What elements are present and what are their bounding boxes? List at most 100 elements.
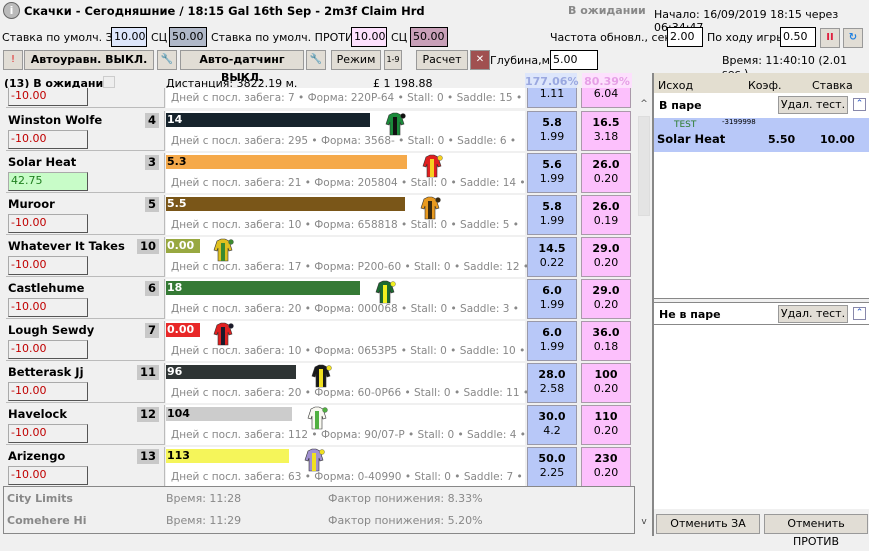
runner-row: Arizengo 13 -10.00 113 Дней с посл. забе… [0,447,637,486]
lay-sc-input[interactable]: 50.00 [410,27,448,47]
runner-pl-field[interactable]: -10.00 [8,382,88,401]
lay-odds-button[interactable]: 26.0 0.20 [581,153,631,193]
cancel-back-button[interactable]: Отменить ЗА [656,514,760,534]
range-icon[interactable]: 1-9 [384,50,402,70]
back-volume: 4.2 [543,424,561,437]
runner-form: Дней с посл. забега: 112 • Форма: 90/07-… [171,429,526,441]
lay-volume: 0.18 [593,340,619,353]
back-odds-button[interactable]: 28.0 2.58 [527,363,577,403]
collapse-icon[interactable]: ⌃ [853,307,866,320]
depth-input[interactable]: 5.00 [550,50,598,70]
back-odds-button[interactable]: 14.5 0.22 [527,237,577,277]
runner-pl-field[interactable]: -10.00 [8,88,88,106]
weight-bar: 0.00 [166,323,200,337]
back-price: 14.5 [538,242,566,255]
runner-panel: Castlehume 6 -10.00 [6,279,165,319]
collapse-icon[interactable]: ⌃ [853,98,866,111]
lay-odds-button[interactable]: 29.0 0.20 [581,279,631,319]
runner-pl-field[interactable]: -10.00 [8,424,88,443]
runner-panel: Betterask Jj 11 -10.00 [6,363,165,403]
runner-row: Castlehume 6 -10.00 18 Дней с посл. забе… [0,279,637,319]
runner-panel: Winston Wolfe 4 -10.00 [6,111,165,151]
alert-icon[interactable]: ! [3,50,23,70]
lay-price: 29.0 [592,242,620,255]
runner-number: 3 [144,155,159,170]
back-sc-input[interactable]: 50.00 [169,27,207,47]
runner-row: Solar Heat 3 42.75 5.3 Дней с посл. забе… [0,153,637,193]
back-odds-button[interactable]: 6.0 1.99 [527,321,577,361]
refresh-input[interactable]: 2.00 [667,27,703,47]
window-title: Скачки - Сегодняшние / 18:15 Gal 16th Se… [24,4,425,18]
lay-price: 230 [594,452,618,465]
inplay-checkbox[interactable] [103,76,115,88]
scroll-thumb[interactable] [638,116,650,216]
remove-test-button[interactable]: Удал. тест. [778,305,848,323]
back-stake-input[interactable]: 10.00 [111,27,147,47]
runner-row: -10.00 Дней с посл. забега: 7 • Форма: 2… [0,88,637,108]
scroll-down-icon[interactable]: v [637,517,651,533]
wrench-icon[interactable]: 🔧 [157,50,177,70]
lay-odds-button[interactable]: 110 0.20 [581,405,631,445]
back-odds-button[interactable]: 30.0 4.2 [527,405,577,445]
lay-stake-label: Ставка по умолч. ПРОТИВ: [211,31,365,44]
grid-scrollbar[interactable]: ^ v [637,99,651,533]
lay-price: 36.0 [592,326,620,339]
runner-number: 7 [144,323,159,338]
jersey-icon [385,112,406,136]
jersey-icon [213,238,234,262]
runner-pl-field[interactable]: -10.00 [8,298,88,317]
back-volume: 0.22 [539,256,565,269]
jersey-icon [307,406,328,430]
non-runner-time: Время: 11:28 [166,492,242,505]
back-odds-button[interactable]: 5.6 1.99 [527,153,577,193]
lay-odds-button[interactable]: 29.0 0.20 [581,237,631,277]
runner-pl-field[interactable]: -10.00 [8,256,88,275]
matched-bet[interactable]: TEST -3199998 Solar Heat 5.50 10.00 [654,118,869,152]
lay-odds-button[interactable]: 230 0.20 [581,447,631,486]
runner-number: 6 [144,281,159,296]
back-odds-button[interactable]: 50.0 2.25 [527,447,577,486]
back-odds-button[interactable]: 5.8 1.99 [527,111,577,151]
back-odds-button[interactable]: 1.11 [527,88,577,108]
runner-info: 0.00 Дней с посл. забега: 10 • Форма: 06… [166,321,525,361]
jersey-icon [375,280,396,304]
back-sc-label: СЦ [151,31,168,44]
lay-odds-button[interactable]: 6.04 [581,88,631,108]
runner-number: 10 [136,239,159,254]
lay-stake-input[interactable]: 10.00 [351,27,387,47]
runner-row: Betterask Jj 11 -10.00 96 Дней с посл. з… [0,363,637,403]
lay-odds-button[interactable]: 100 0.20 [581,363,631,403]
chart-icon[interactable]: ✕ [470,50,490,70]
runner-form: Дней с посл. забега: 295 • Форма: 3568- … [171,135,517,147]
back-odds-button[interactable]: 6.0 1.99 [527,279,577,319]
mode-button[interactable]: Режим [331,50,381,70]
runner-pl-field[interactable]: -10.00 [8,340,88,359]
inplay-input[interactable]: 0.50 [780,27,816,47]
info-icon[interactable]: i [3,2,20,19]
runner-number: 13 [136,449,159,464]
weight-bar: 104 [166,407,292,421]
weight-bar: 113 [166,449,289,463]
auto-dutch-button[interactable]: Авто-датчинг ВЫКЛ. [180,50,304,84]
runner-form: Дней с посл. забега: 17 • Форма: P200-60… [171,261,530,273]
lay-odds-button[interactable]: 36.0 0.18 [581,321,631,361]
back-volume: 1.99 [539,214,565,227]
runner-pl-field[interactable]: 42.75 [8,172,88,191]
lay-odds-button[interactable]: 26.0 0.19 [581,195,631,235]
runner-pl-field[interactable]: -10.00 [8,130,88,149]
runner-row: Lough Sewdy 7 -10.00 0.00 Дней с посл. з… [0,321,637,361]
refresh-icon[interactable]: ↻ [843,28,863,48]
remove-test-button[interactable]: Удал. тест. [778,96,848,114]
runner-info: 0.00 Дней с посл. забега: 17 • Форма: P2… [166,237,529,277]
back-odds-button[interactable]: 5.8 1.99 [527,195,577,235]
scroll-up-icon[interactable]: ^ [637,99,651,115]
calc-button[interactable]: Расчет [416,50,468,70]
weight-bar: 5.5 [166,197,405,211]
runner-pl-field[interactable]: -10.00 [8,466,88,485]
auto-equalize-button[interactable]: Автоуравн. ВЫКЛ. [24,50,154,70]
lay-odds-button[interactable]: 16.5 3.18 [581,111,631,151]
pause-icon[interactable]: II [820,28,840,48]
runner-pl-field[interactable]: -10.00 [8,214,88,233]
cancel-lay-button[interactable]: Отменить ПРОТИВ [764,514,868,548]
wrench-icon[interactable]: 🔧 [306,50,326,70]
